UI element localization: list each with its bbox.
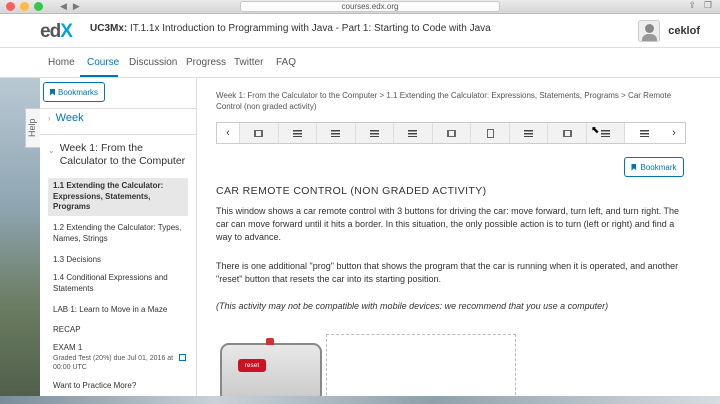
desktop-background-strip xyxy=(0,396,720,404)
chevron-down-icon: ⌄ xyxy=(48,146,55,155)
edx-logo[interactable]: edX xyxy=(40,21,73,43)
sidebar-item-1-2[interactable]: 1.2 Extending the Calculator: Types, Nam… xyxy=(48,220,188,247)
list-icon xyxy=(292,129,302,137)
browser-toolbar: ◀ ▶ courses.edx.org ⇪ ❐ xyxy=(0,0,720,14)
exam-label: EXAM 1 xyxy=(53,343,83,352)
tab-discussion[interactable]: Discussion xyxy=(129,57,177,68)
bookmarks-label: Bookmarks xyxy=(58,87,99,97)
close-icon[interactable] xyxy=(6,2,15,11)
divider xyxy=(40,134,197,135)
breadcrumb[interactable]: Week 1: From the Calculator to the Compu… xyxy=(216,90,696,112)
seq-unit-3[interactable] xyxy=(316,123,355,143)
list-icon xyxy=(639,129,649,137)
logo-letter-d: d xyxy=(49,21,62,42)
film-icon xyxy=(447,129,456,137)
seq-unit-9[interactable] xyxy=(547,123,586,143)
minimize-icon[interactable] xyxy=(20,2,29,11)
seq-unit-4[interactable] xyxy=(354,123,394,143)
sidebar-item-recap[interactable]: RECAP xyxy=(48,322,188,339)
user-menu[interactable]: ceklof xyxy=(638,20,700,42)
tabs-icon[interactable]: ❐ xyxy=(704,0,712,11)
next-unit-button[interactable]: › xyxy=(663,123,686,143)
window-controls[interactable] xyxy=(6,2,43,11)
username[interactable]: ceklof xyxy=(668,25,700,37)
week-link-label: Week xyxy=(55,112,84,124)
tab-faq[interactable]: FAQ xyxy=(276,57,296,68)
remote-control-widget: reset xyxy=(220,338,322,403)
share-icon[interactable]: ⇪ xyxy=(688,0,696,11)
course-title: UC3Mx: IT.1.1x Introduction to Programmi… xyxy=(90,23,491,34)
site-header: edX UC3Mx: IT.1.1x Introduction to Progr… xyxy=(0,14,720,48)
seq-unit-7[interactable] xyxy=(470,123,509,143)
unit-content: Week 1: From the Calculator to the Compu… xyxy=(198,78,720,403)
film-icon xyxy=(562,129,572,137)
browser-nav: ◀ ▶ xyxy=(60,1,80,12)
description-paragraph: This window shows a car remote control w… xyxy=(216,206,680,242)
tab-progress[interactable]: Progress xyxy=(186,57,226,68)
sidebar-item-1-3[interactable]: 1.3 Decisions xyxy=(48,252,188,269)
bookmark-icon xyxy=(50,88,55,96)
sidebar-item-practice[interactable]: Want to Practice More? xyxy=(48,378,188,395)
section-header[interactable]: ⌄ Week 1: From the Calculator to the Com… xyxy=(48,142,193,168)
section-title: Week 1: From the Calculator to the Compu… xyxy=(59,142,186,167)
exam-due-meta: Graded Test (20%) due Jul 01, 2016 at 00… xyxy=(53,354,174,371)
forward-icon[interactable]: ▶ xyxy=(73,1,80,12)
active-tab-indicator xyxy=(80,75,118,77)
back-icon[interactable]: ◀ xyxy=(60,1,67,12)
list-icon xyxy=(369,129,379,137)
list-icon xyxy=(331,129,341,137)
sidebar-item-exam1[interactable]: EXAM 1 Graded Test (20%) due Jul 01, 201… xyxy=(48,340,188,375)
seq-unit-2[interactable] xyxy=(277,123,317,143)
tab-twitter[interactable]: Twitter xyxy=(234,57,263,68)
list-icon xyxy=(408,129,418,137)
sidebar-item-lab1[interactable]: LAB 1: Learn to Move in a Maze xyxy=(48,302,188,319)
seq-unit-8[interactable] xyxy=(508,123,548,143)
course-outline-sidebar: Bookmarks › Week ⌄ Week 1: From the Calc… xyxy=(40,78,197,400)
course-tabs: Home Course Discussion Progress Twitter … xyxy=(0,48,720,78)
help-tab[interactable]: Help xyxy=(25,108,40,148)
week-link[interactable]: › Week xyxy=(48,112,84,124)
list-icon xyxy=(524,129,534,137)
film-icon xyxy=(254,129,264,137)
divider xyxy=(40,108,197,109)
list-icon xyxy=(601,129,611,137)
sidebar-item-1-4[interactable]: 1.4 Conditional Expressions and Statemen… xyxy=(48,270,188,297)
car-canvas[interactable] xyxy=(326,334,516,400)
avatar[interactable] xyxy=(638,20,661,42)
seq-unit-6[interactable] xyxy=(431,123,471,143)
sequence-navigation: ‹ › xyxy=(216,122,686,144)
edit-icon xyxy=(179,354,186,361)
browser-actions: ⇪ ❐ xyxy=(688,0,712,11)
tab-course[interactable]: Course xyxy=(87,57,119,68)
maximize-icon[interactable] xyxy=(34,2,43,11)
sidebar-item-1-1[interactable]: 1.1 Extending the Calculator: Expression… xyxy=(48,178,188,216)
logo-letter-x: X xyxy=(60,21,73,42)
reset-button[interactable]: reset xyxy=(238,359,266,372)
previous-unit-button[interactable]: ‹ xyxy=(217,123,239,143)
description-paragraph-2: There is one additional "prog" button th… xyxy=(216,261,679,284)
antenna xyxy=(266,338,274,345)
bookmark-button[interactable]: Bookmark xyxy=(624,157,684,177)
unit-title: Car Remote Control (non graded activity) xyxy=(216,185,487,197)
tab-home[interactable]: Home xyxy=(48,57,75,68)
compatibility-note: (This activity may not be compatible wit… xyxy=(216,301,609,311)
seq-unit-5[interactable] xyxy=(393,123,432,143)
bookmark-icon xyxy=(631,163,637,171)
chevron-right-icon: › xyxy=(48,113,51,123)
seq-unit-11[interactable] xyxy=(624,123,664,143)
course-code: UC3Mx: xyxy=(90,23,128,34)
bookmarks-button[interactable]: Bookmarks xyxy=(43,82,106,102)
mouse-cursor-icon: ⬉ xyxy=(591,125,600,136)
url-bar[interactable]: courses.edx.org xyxy=(240,1,500,12)
bookmark-label: Bookmark xyxy=(640,162,677,172)
seq-unit-1[interactable] xyxy=(239,123,278,143)
doc-icon xyxy=(486,128,494,138)
logo-letter-e: e xyxy=(40,21,51,42)
course-name: IT.1.1x Introduction to Programming with… xyxy=(130,23,491,34)
